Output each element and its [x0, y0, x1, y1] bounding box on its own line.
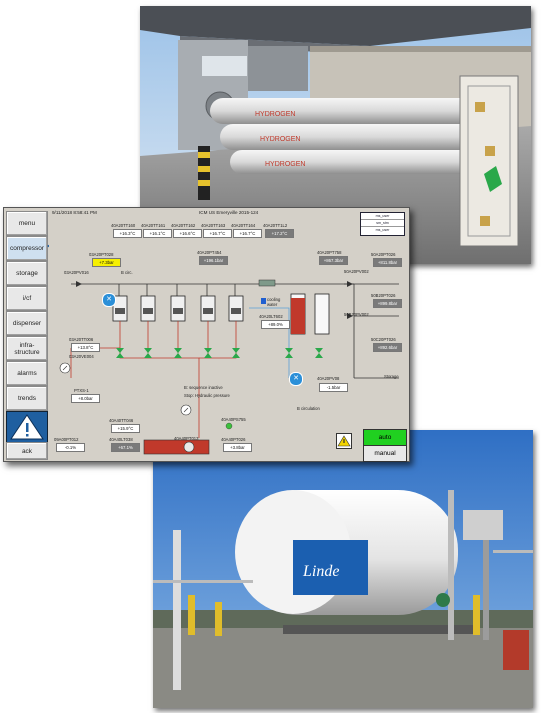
tag-label: 40A20LT602 — [259, 314, 283, 319]
auto-mode-button[interactable]: auto — [363, 429, 407, 446]
tag-label: 40A20TT162 — [171, 223, 196, 228]
alarm-indicator[interactable] — [6, 411, 48, 443]
tag-label: Storage — [384, 374, 399, 379]
level-readout: +89.0% — [261, 320, 290, 329]
tag-label: PTXS-1 — [74, 388, 89, 393]
tag-label: 40A40PS755 — [221, 417, 246, 422]
nav-trends-button[interactable]: trends — [6, 386, 48, 411]
svg-text:Linde: Linde — [302, 563, 339, 580]
service-wrench-icon[interactable]: ✕ — [289, 372, 303, 386]
temperature-readout: +16.1°C — [143, 229, 172, 238]
temperature-readout: +17.2°C — [265, 229, 294, 238]
liquid-hydrogen-tank-photo: Linde — [153, 430, 533, 708]
hmi-panel: menu compressor storage i/cf dispenser i… — [3, 207, 410, 462]
status-text: Stop: Hydraulic pressure — [184, 393, 230, 398]
tag-label: 50C20PT026 — [371, 337, 396, 342]
tag-label: 40A20TT163 — [201, 223, 226, 228]
pressure-readout: +899.8bar — [373, 299, 402, 308]
tag-label: 40A20TT161 — [141, 223, 166, 228]
hmi-process-view: 9/11/2018 8:58:41 PM ICM US Emeryville 2… — [49, 208, 409, 462]
temperature-readout: +13.8°C — [71, 343, 100, 352]
temperature-readout: +16.3°C — [113, 229, 142, 238]
tag-label: cooling water — [267, 297, 281, 307]
pressure-readout: +811.8bar — [373, 258, 402, 267]
tag-label: 03A20PV016 — [64, 270, 89, 275]
temperature-readout: +16.7°C — [203, 229, 232, 238]
nav-alarms-button[interactable]: alarms — [6, 361, 48, 386]
nav-menu-button[interactable]: menu — [6, 211, 48, 236]
nav-ack-button[interactable]: ack — [6, 442, 48, 460]
temperature-readout: +15.9°C — [111, 424, 140, 433]
tag-label: 40A20PV08 — [317, 376, 340, 381]
pressure-readout: +7.3bar — [92, 258, 121, 267]
tank-illustration: Linde — [153, 430, 533, 708]
tag-label: 40A40LT038 — [109, 437, 133, 442]
temperature-readout: +16.7°C — [233, 229, 262, 238]
nav-storage-button[interactable]: storage — [6, 261, 48, 286]
tag-label: 40A20TT160 — [111, 223, 136, 228]
pressure-readout: +867.3bar — [319, 256, 348, 265]
pressure-readout: +3.8bar — [223, 443, 252, 452]
hmi-sidebar: menu compressor storage i/cf dispenser i… — [4, 208, 49, 461]
process-diagram — [59, 279, 399, 455]
warning-icon[interactable] — [336, 433, 352, 449]
tag-label: 50A20PT026 — [371, 252, 396, 257]
warning-triangle-icon — [337, 435, 351, 447]
level-readout: +67.1% — [111, 443, 140, 452]
tag-label: 09A00PT012 — [54, 437, 79, 442]
pressure-readout: +892.6bar — [373, 343, 402, 352]
nav-icf-button[interactable]: i/cf — [6, 286, 48, 311]
tag-label: 40A20TT164 — [231, 223, 256, 228]
svg-text:HYDROGEN: HYDROGEN — [260, 136, 300, 143]
nav-compressor-button[interactable]: compressor — [6, 236, 48, 261]
tag-label: 03A20PT028 — [89, 252, 114, 257]
tag-label: 40A20PT758 — [317, 250, 342, 255]
svg-text:HYDROGEN: HYDROGEN — [255, 111, 295, 118]
status-text: B: sequence inactive — [184, 385, 223, 390]
tag-label: 40A40TT046 — [109, 418, 134, 423]
temperature-readout: +16.6°C — [173, 229, 202, 238]
tag-label: 40A20TT1L2 — [263, 223, 288, 228]
pressure-readout: +196.1bar — [199, 256, 228, 265]
tag-label: 03A20VE004 — [69, 354, 94, 359]
tag-label: 40A40PT013 — [174, 436, 199, 441]
tag-label: 40A20PT454 — [197, 250, 222, 255]
tag-label: 50B20PT026 — [371, 293, 396, 298]
pressure-readout: -0.1% — [56, 443, 85, 452]
service-wrench-icon[interactable]: ✕ — [102, 293, 116, 307]
nav-infrastructure-button[interactable]: infra- structure — [6, 336, 48, 361]
tag-label: B circulation — [297, 406, 320, 411]
warning-triangle-icon — [10, 414, 44, 440]
pressure-readout: -1.5bar — [319, 383, 348, 392]
tag-label: 03A20TT006 — [69, 337, 94, 342]
manual-mode-button[interactable]: manual — [363, 445, 407, 462]
nav-dispenser-button[interactable]: dispenser — [6, 311, 48, 336]
pressure-readout: +8.0bar — [71, 394, 100, 403]
svg-text:HYDROGEN: HYDROGEN — [265, 161, 305, 168]
tag-label: 50A20PV002 — [344, 269, 369, 274]
tag-label: 50B20PV002 — [344, 312, 369, 317]
tag-label: B circ. — [121, 270, 133, 275]
tag-label: 40A40PT026 — [221, 437, 246, 442]
